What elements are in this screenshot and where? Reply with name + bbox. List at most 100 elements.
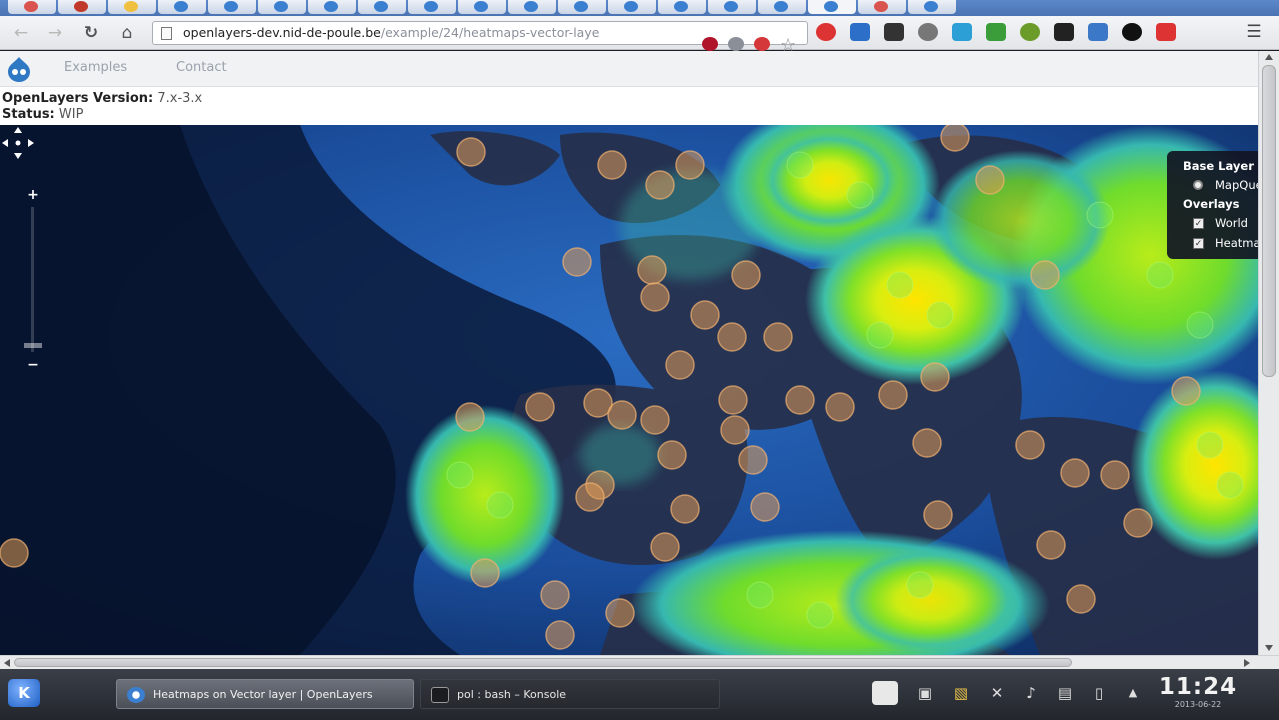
reload-button[interactable]: ↻	[80, 22, 102, 44]
browser-tab[interactable]	[508, 0, 556, 14]
horizontal-scrollbar[interactable]	[0, 655, 1279, 669]
pan-icon[interactable]	[0, 125, 36, 161]
clipboard-tray-icon[interactable]: ▯	[1088, 683, 1110, 703]
page-icon	[161, 27, 172, 40]
feed-icon[interactable]	[986, 23, 1006, 41]
browser-tab[interactable]	[208, 0, 256, 14]
browser-tab[interactable]	[608, 0, 656, 14]
browser-tab[interactable]	[758, 0, 806, 14]
zoom-out-icon[interactable]: −	[24, 357, 42, 373]
vertical-scrollbar[interactable]	[1258, 51, 1279, 655]
extension-red-icon[interactable]	[702, 37, 718, 51]
steering-icon[interactable]	[918, 23, 938, 41]
puzzle-icon[interactable]	[1020, 23, 1040, 41]
zoom-slider-handle[interactable]	[24, 343, 42, 348]
zoom-in-icon[interactable]: +	[24, 187, 42, 203]
horizontal-scroll-thumb[interactable]	[14, 658, 1072, 667]
flask-icon[interactable]	[1054, 23, 1074, 41]
tab-favicon-icon	[374, 1, 388, 12]
checkbox-checked-icon[interactable]: ✓	[1193, 238, 1204, 249]
network-tray-icon[interactable]: ▤	[1054, 683, 1076, 703]
layer-switcher: Base Layer MapQuest Overlays ✓ World ✓ H…	[1167, 151, 1258, 259]
browser-tab[interactable]	[58, 0, 106, 14]
shield-icon[interactable]	[728, 37, 744, 51]
version-value: 7.x-3.x	[157, 91, 203, 106]
example-meta: OpenLayers Version: 7.x-3.x Status: WIP	[2, 91, 202, 123]
nav-examples-link[interactable]: Examples	[64, 60, 127, 75]
task-browser[interactable]: Heatmaps on Vector layer | OpenLayers	[116, 679, 414, 709]
folder-tray-icon[interactable]: ▧	[950, 683, 972, 703]
browser-toolbar: ← → ↻ ⌂ openlayers-dev.nid-de-poule.be/e…	[0, 16, 1279, 56]
browser-tab[interactable]	[258, 0, 306, 14]
browser-tab[interactable]	[658, 0, 706, 14]
display-tray-icon[interactable]: ▣	[914, 683, 936, 703]
tab-favicon-icon	[124, 1, 138, 12]
web-page: Examples Contact OpenLayers Version: 7.x…	[0, 51, 1258, 655]
adblock-icon[interactable]	[754, 37, 770, 51]
tab-favicon-icon	[874, 1, 888, 12]
status-value: WIP	[58, 107, 84, 122]
glasses-icon[interactable]	[884, 23, 904, 41]
browser-tab[interactable]	[708, 0, 756, 14]
chat-icon[interactable]	[1088, 23, 1108, 41]
tab-favicon-icon	[324, 1, 338, 12]
map-canvas	[0, 125, 1258, 655]
kde-launcher-icon[interactable]: K	[8, 679, 40, 707]
nav-contact-link[interactable]: Contact	[176, 60, 227, 75]
browser-tab[interactable]	[308, 0, 356, 14]
browser-tab[interactable]	[808, 0, 856, 14]
tray-expand-icon[interactable]: ▲	[1122, 683, 1144, 703]
tab-favicon-icon	[624, 1, 638, 12]
address-path: /example/24/heatmaps-vector-laye	[380, 25, 600, 40]
tab-favicon-icon	[424, 1, 438, 12]
home-button[interactable]: ⌂	[116, 22, 138, 44]
scroll-right-icon[interactable]	[1244, 659, 1250, 667]
browser-tab[interactable]	[858, 0, 906, 14]
browser-tab[interactable]	[158, 0, 206, 14]
back-button[interactable]: ←	[10, 22, 32, 44]
clock-time: 11:24	[1158, 674, 1238, 700]
screenshot-icon[interactable]	[850, 23, 870, 41]
notes-tray-icon[interactable]	[872, 681, 898, 705]
settings-icon[interactable]	[1156, 23, 1176, 41]
menu-button[interactable]: ☰	[1244, 22, 1264, 42]
browser-tab[interactable]	[558, 0, 606, 14]
zoom-bar[interactable]	[31, 207, 34, 352]
browser-tab[interactable]	[8, 0, 56, 14]
map-viewport[interactable]: + − Base Layer MapQuest Overlays ✓ World…	[0, 125, 1258, 655]
lastpass-icon[interactable]	[816, 23, 836, 41]
tab-favicon-icon	[74, 1, 88, 12]
translate-icon[interactable]	[952, 23, 972, 41]
desktop-screen: ← → ↻ ⌂ openlayers-dev.nid-de-poule.be/e…	[0, 0, 1279, 720]
volume-icon[interactable]: ♪	[1020, 683, 1042, 703]
browser-app-icon	[127, 687, 145, 703]
version-label: OpenLayers Version:	[2, 91, 154, 106]
circle-icon[interactable]	[1122, 23, 1142, 41]
address-host: openlayers-dev.nid-de-poule.be	[183, 25, 381, 40]
browser-tab[interactable]	[458, 0, 506, 14]
tab-favicon-icon	[724, 1, 738, 12]
browser-tab[interactable]	[358, 0, 406, 14]
scroll-up-icon[interactable]	[1265, 54, 1273, 60]
forward-button[interactable]: →	[44, 22, 66, 44]
browser-tab[interactable]	[408, 0, 456, 14]
checkbox-checked-icon[interactable]: ✓	[1193, 218, 1204, 229]
browser-tab-strip	[0, 0, 1279, 16]
radio-selected-icon[interactable]	[1193, 180, 1203, 190]
tab-favicon-icon	[224, 1, 238, 12]
tab-favicon-icon	[274, 1, 288, 12]
browser-tab[interactable]	[908, 0, 956, 14]
tab-favicon-icon	[774, 1, 788, 12]
scroll-down-icon[interactable]	[1265, 645, 1273, 651]
browser-tab[interactable]	[108, 0, 156, 14]
tab-favicon-icon	[824, 1, 838, 12]
tab-favicon-icon	[924, 1, 938, 12]
status-label: Status:	[2, 107, 55, 122]
tab-favicon-icon	[524, 1, 538, 12]
task-konsole[interactable]: pol : bash – Konsole	[420, 679, 720, 709]
terminal-app-icon	[431, 687, 449, 703]
clock[interactable]: 11:24 2013-06-22	[1152, 674, 1244, 710]
tools-tray-icon[interactable]: ✕	[986, 683, 1008, 703]
vertical-scroll-thumb[interactable]	[1262, 65, 1276, 377]
scroll-left-icon[interactable]	[4, 659, 10, 667]
